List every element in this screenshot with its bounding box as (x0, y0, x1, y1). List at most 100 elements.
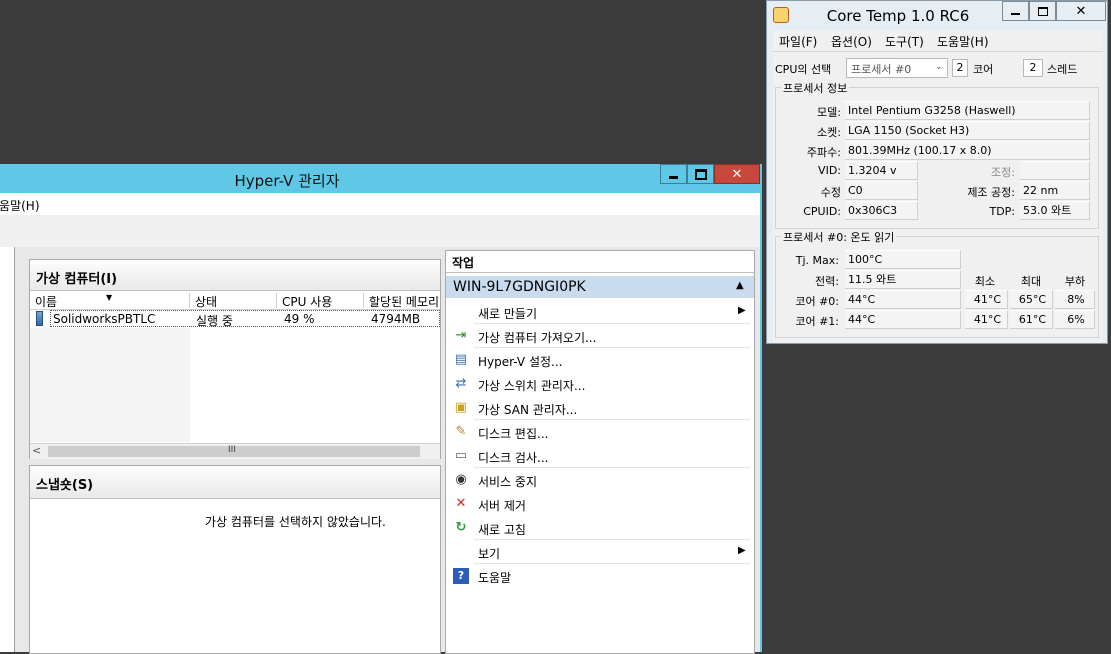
cpu-select-value: 프로세서 #0 (851, 63, 912, 76)
model-label: 모델: (817, 106, 841, 119)
action-hyperv-settings[interactable]: ▤ Hyper-V 설정... (446, 348, 754, 372)
tjmax-label: Tj. Max: (795, 254, 839, 267)
maximize-button[interactable] (687, 164, 714, 184)
virtual-machines-header: 가상 컴퓨터(I) (30, 260, 440, 291)
vm-column-headers: 이름 ▼ 상태 CPU 사용 할당된 메모리 (30, 292, 440, 310)
cpu-select-dropdown[interactable]: 프로세서 #0 ⌄ (846, 58, 948, 78)
remove-icon: ✕ (455, 496, 467, 511)
sort-desc-icon: ▼ (106, 293, 113, 302)
socket-label: 소켓: (817, 126, 841, 139)
menu-bar: 도움말(H) (0, 193, 760, 215)
horizontal-scrollbar[interactable]: < III (30, 443, 440, 459)
power-value: 11.5 와트 (845, 270, 961, 289)
action-help[interactable]: ? 도움말 (446, 564, 754, 588)
actions-server-group[interactable]: WIN-9L7GDNGI0PK ▲ (446, 276, 754, 298)
cpu-select-label: CPU의 선택 (775, 63, 832, 76)
refresh-icon: ↻ (455, 520, 467, 535)
column-header-cpu[interactable]: CPU 사용 (277, 293, 364, 308)
core1-temp: 44°C (845, 310, 961, 329)
revision-value: C0 (845, 181, 918, 200)
column-header-memory[interactable]: 할당된 메모리 (364, 293, 440, 308)
action-virtual-san-manager[interactable]: ▣ 가상 SAN 관리자... (446, 396, 754, 420)
tdp-value: 53.0 와트 (1020, 201, 1090, 220)
core0-max: 65°C (1010, 290, 1053, 309)
chevron-down-icon: ⌄ (935, 62, 943, 72)
core1-min: 41°C (965, 310, 1008, 329)
actions-title: 작업 (452, 256, 475, 270)
core1-max: 61°C (1010, 310, 1053, 329)
coretemp-window-title: Core Temp 1.0 RC6 (826, 7, 970, 25)
collapse-up-icon[interactable]: ▲ (736, 280, 744, 291)
action-view[interactable]: 보기 ▶ (446, 540, 754, 564)
edit-disk-icon: ✎ (455, 424, 467, 439)
core1-label: 코어 #1: (795, 315, 839, 328)
vm-cpu: 49 % (284, 312, 315, 326)
temperature-title: 프로세서 #0: 온도 읽기 (781, 229, 897, 245)
scroll-left-icon[interactable]: < (32, 444, 41, 457)
core0-min: 41°C (965, 290, 1008, 309)
action-stop-service[interactable]: ◉ 서비스 중지 (446, 468, 754, 492)
minimize-icon (669, 175, 678, 179)
stop-icon: ◉ (455, 472, 467, 487)
menu-help[interactable]: 도움말(H) (937, 33, 989, 50)
column-header-state[interactable]: 상태 (190, 293, 277, 308)
server-name: WIN-9L7GDNGI0PK (453, 279, 586, 295)
close-icon: ✕ (1075, 3, 1087, 19)
maximize-icon (694, 168, 707, 180)
modulation-label: 조정: (991, 166, 1015, 179)
hyperv-content: 가상 컴퓨터(I) 이름 ▼ 상태 CPU 사용 할당된 메모리 Solidwo… (0, 247, 760, 654)
action-refresh[interactable]: ↻ 새로 고침 (446, 516, 754, 540)
coretemp-titlebar[interactable]: Core Temp 1.0 RC6 ✕ (767, 1, 1107, 29)
coretemp-menu-bar: 파일(F) 옵션(O) 도구(T) 도움말(H) (773, 30, 1103, 52)
tjmax-value: 100°C (845, 250, 961, 269)
virtual-machines-panel: 가상 컴퓨터(I) 이름 ▼ 상태 CPU 사용 할당된 메모리 Solidwo… (29, 259, 441, 459)
core0-load: 8% (1055, 290, 1095, 309)
snapshots-panel: 스냅숏(S) 가상 컴퓨터를 선택하지 않았습니다. (29, 465, 441, 654)
close-button[interactable]: ✕ (714, 164, 760, 184)
menu-file[interactable]: 파일(F) (779, 33, 817, 50)
hyperv-titlebar[interactable]: Hyper-V 관리자 ✕ (0, 164, 762, 192)
toolbar (0, 215, 760, 248)
action-import-vm[interactable]: ⇥ 가상 컴퓨터 가져오기... (446, 324, 754, 348)
close-button[interactable]: ✕ (1056, 1, 1106, 21)
vid-label: VID: (818, 164, 841, 177)
coretemp-window: Core Temp 1.0 RC6 ✕ 파일(F) 옵션(O) 도구(T) 도움… (766, 0, 1108, 344)
cpuid-value: 0x306C3 (845, 201, 918, 220)
maximize-button[interactable] (1029, 1, 1056, 21)
minimize-button[interactable] (1002, 1, 1029, 21)
menu-help[interactable]: 도움말(H) (0, 197, 40, 214)
actions-header: 작업 (446, 251, 754, 273)
load-header: 부하 (1064, 275, 1086, 288)
minimize-button[interactable] (660, 164, 687, 184)
action-virtual-switch-manager[interactable]: ⇄ 가상 스위치 관리자... (446, 372, 754, 396)
vm-list-empty-area (30, 328, 190, 442)
virtual-machines-title: 가상 컴퓨터(I) (36, 272, 118, 287)
column-header-name[interactable]: 이름 ▼ (30, 293, 190, 308)
action-remove-server[interactable]: ✕ 서버 제거 (446, 492, 754, 516)
thread-count-label: 스레드 (1047, 63, 1078, 76)
core1-load: 6% (1055, 310, 1095, 329)
action-edit-disk[interactable]: ✎ 디스크 편집... (446, 420, 754, 444)
import-icon: ⇥ (455, 328, 467, 343)
menu-options[interactable]: 옵션(O) (831, 33, 872, 50)
frequency-label: 주파수: (806, 146, 841, 159)
coretemp-client: 파일(F) 옵션(O) 도구(T) 도움말(H) CPU의 선택 프로세서 #0… (773, 30, 1103, 343)
revision-label: 수정 (820, 186, 841, 199)
navigation-tree[interactable] (0, 247, 15, 652)
table-row[interactable]: SolidworksPBTLC 실행 중 49 % 4794MB (50, 310, 440, 328)
submenu-arrow-icon: ▶ (738, 305, 746, 316)
core0-label: 코어 #0: (795, 295, 839, 308)
action-new[interactable]: 새로 만들기 ▶ (446, 300, 754, 324)
menu-tools[interactable]: 도구(T) (885, 33, 924, 50)
frequency-value: 801.39MHz (100.17 x 8.0) (845, 141, 1090, 160)
settings-icon: ▤ (454, 352, 468, 367)
close-icon: ✕ (731, 166, 743, 182)
snapshots-header: 스냅숏(S) (30, 466, 440, 499)
vm-memory: 4794MB (371, 312, 421, 326)
socket-value: LGA 1150 (Socket H3) (845, 121, 1090, 140)
action-inspect-disk[interactable]: ▭ 디스크 검사... (446, 444, 754, 468)
lithography-value: 22 nm (1020, 181, 1090, 200)
lithography-label: 제조 공정: (967, 186, 1015, 199)
hyperv-window-title: Hyper-V 관리자 (234, 172, 340, 190)
maximize-icon (1037, 6, 1048, 16)
